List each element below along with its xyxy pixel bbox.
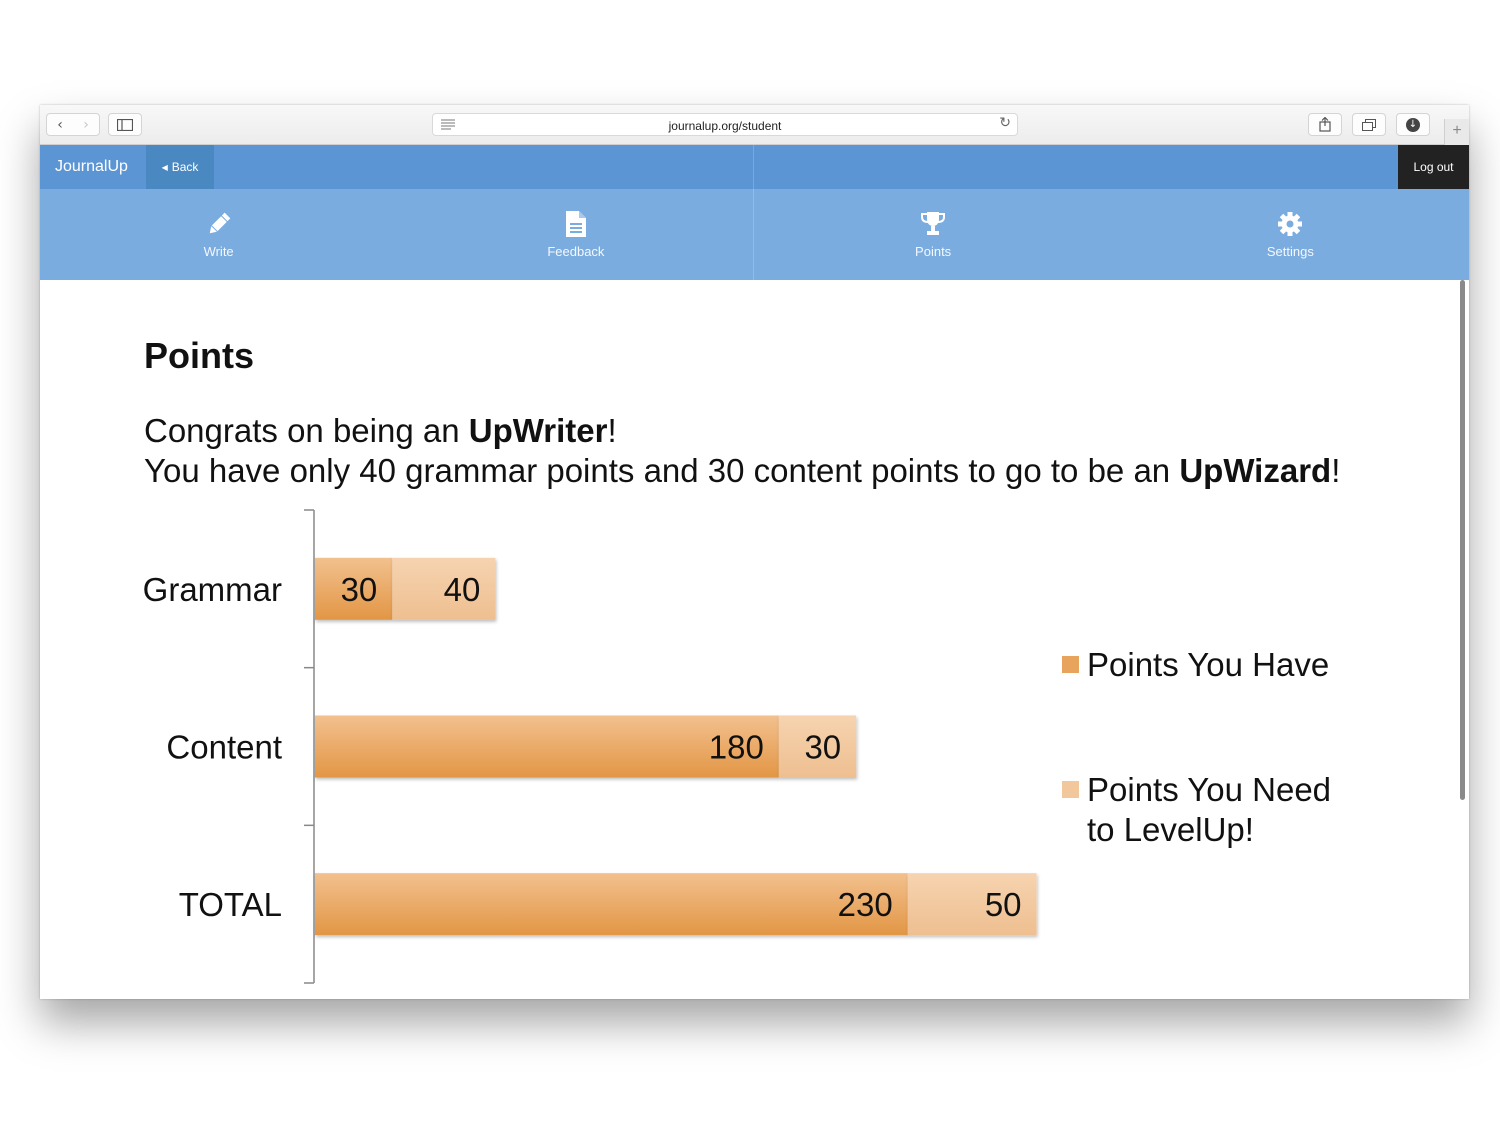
tabs-icon: [1362, 118, 1376, 131]
progress-suffix: !: [1331, 452, 1341, 489]
tab-write-label: Write: [203, 244, 234, 259]
tab-points[interactable]: Points: [755, 189, 1112, 280]
congrats-prefix: Congrats on being an: [144, 412, 469, 449]
progress-message: You have only 40 grammar points and 30 c…: [144, 451, 1340, 491]
pencil-icon: [209, 212, 230, 234]
points-chart-svg: Grammar 30 40 Content 180 30 TOTAL 230 50: [143, 509, 1037, 984]
sidebar-icon: [117, 118, 133, 131]
tab-feedback-label: Feedback: [547, 244, 605, 259]
back-arrow-icon[interactable]: ‹: [47, 117, 73, 133]
show-tabs-button[interactable]: [1352, 113, 1386, 136]
data-label-need: 30: [804, 729, 841, 766]
app-header: JournalUp ◀ Back Log out: [40, 145, 1469, 189]
tab-settings-label: Settings: [1266, 244, 1314, 259]
back-button[interactable]: ◀ Back: [146, 145, 214, 189]
next-level: UpWizard: [1179, 452, 1332, 489]
forward-arrow-icon[interactable]: ›: [73, 117, 99, 133]
category-label: Content: [166, 729, 282, 766]
congrats-suffix: !: [607, 412, 617, 449]
category-label: Grammar: [143, 571, 282, 608]
legend-need-line1: Points You Need: [1087, 771, 1332, 808]
document-icon: [565, 211, 586, 237]
data-label-need: 50: [985, 886, 1022, 923]
legend-need-line2: to LevelUp!: [1087, 811, 1254, 848]
reload-icon[interactable]: ↻: [999, 115, 1011, 131]
congrats-message: Congrats on being an UpWriter!: [144, 411, 617, 451]
share-button[interactable]: [1308, 113, 1342, 136]
sidebar-toggle-button[interactable]: [108, 113, 142, 136]
url-text: journalup.org/student: [668, 119, 782, 133]
category-label: TOTAL: [179, 886, 282, 923]
new-tab-button[interactable]: +: [1444, 119, 1469, 145]
trophy-icon: [921, 212, 946, 235]
current-level: UpWriter: [468, 412, 608, 449]
brand-logo[interactable]: JournalUp: [55, 158, 128, 176]
data-label-have: 230: [838, 886, 893, 923]
gear-icon: [1278, 212, 1303, 236]
main-nav: Write Feedback Points Settings: [40, 189, 1469, 280]
bar-points-have: [315, 873, 908, 936]
tab-feedback[interactable]: Feedback: [397, 189, 754, 280]
legend-need-label: Points You Need to LevelUp!: [1087, 770, 1331, 850]
downloads-button[interactable]: ↓: [1396, 113, 1430, 136]
legend-need-swatch: [1062, 781, 1079, 798]
legend-have-label: Points You Have: [1087, 646, 1330, 683]
address-bar[interactable]: journalup.org/student ↻: [432, 113, 1018, 136]
browser-toolbar: ‹ › journalup.org/student ↻ ↓ +: [40, 105, 1469, 145]
data-label-have: 30: [341, 571, 378, 608]
back-button-label: Back: [171, 160, 199, 174]
tab-settings[interactable]: Settings: [1112, 189, 1469, 280]
browser-window: ‹ › journalup.org/student ↻ ↓ + JournalU…: [40, 105, 1469, 999]
tab-points-label: Points: [915, 244, 952, 259]
header-divider: [753, 145, 754, 280]
data-label-need: 40: [444, 571, 481, 608]
legend-have-swatch: [1062, 656, 1079, 673]
history-nav-group: ‹ ›: [46, 113, 100, 136]
download-icon: ↓: [1406, 117, 1420, 132]
points-chart: Grammar 30 40 Content 180 30 TOTAL 230 50 Points…: [40, 505, 1469, 999]
data-label-have: 180: [709, 729, 764, 766]
progress-prefix: You have only 40 grammar points and 30 c…: [144, 452, 1180, 489]
page-title: Points: [144, 335, 255, 376]
tab-write[interactable]: Write: [40, 189, 397, 280]
logout-button[interactable]: Log out: [1398, 145, 1469, 189]
caret-left-icon: ◀: [161, 162, 168, 172]
share-icon: [1319, 117, 1331, 132]
